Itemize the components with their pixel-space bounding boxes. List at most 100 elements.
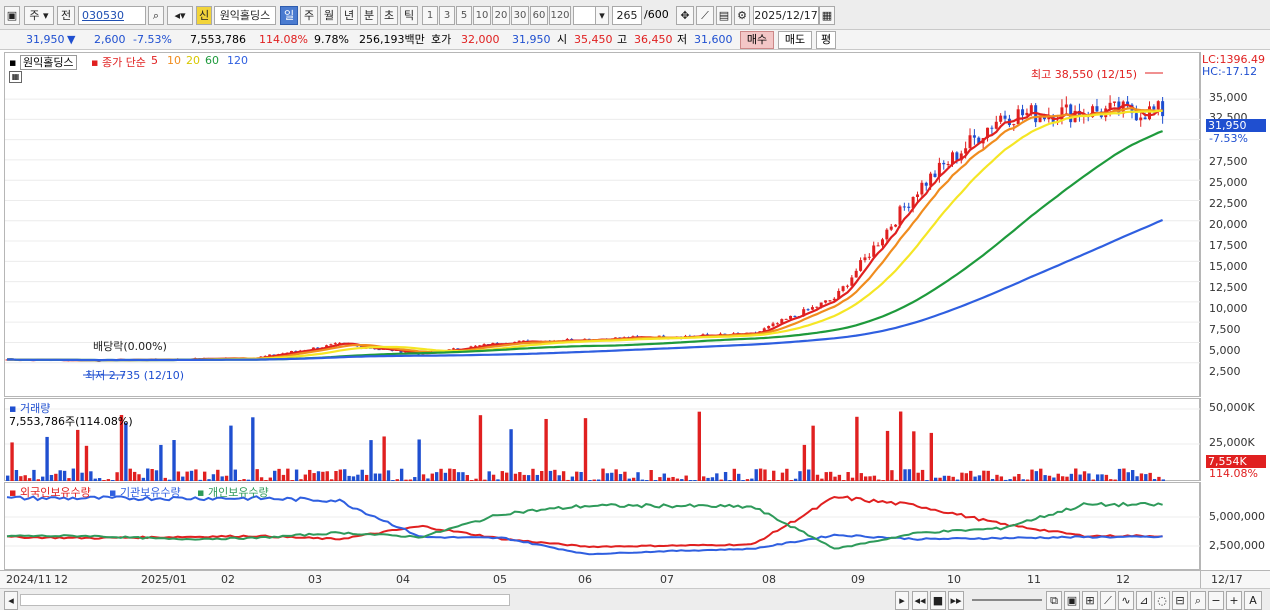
tab-period-5[interactable]: 초	[380, 6, 398, 25]
interval-4[interactable]: 20	[492, 6, 510, 25]
tab-period-1[interactable]: 주	[300, 6, 318, 25]
date-axis-right: 12/17	[1200, 570, 1270, 588]
save-icon[interactable]: ▤	[716, 6, 732, 25]
stock-name-field[interactable]: 원익홀딩스	[214, 6, 276, 25]
candle-body	[828, 300, 832, 302]
volume-bar	[855, 416, 859, 481]
low-note: 최저 2,735 (12/10)	[85, 369, 185, 382]
stop-icon[interactable]: ■	[930, 591, 946, 610]
sell-button[interactable]: 매도	[778, 31, 812, 49]
tab-period-3[interactable]: 년	[340, 6, 358, 25]
fast-forward-icon[interactable]: ▸▸	[948, 591, 964, 610]
buy-button[interactable]: 매수	[740, 31, 774, 49]
tab-period-6[interactable]: 틱	[400, 6, 418, 25]
volume-bar	[1052, 477, 1056, 481]
volume-bar	[347, 475, 351, 481]
volume-pane[interactable]: ▪ 거래량 7,553,786주(114.08%)	[4, 398, 1201, 481]
calendar-icon[interactable]: ▦	[819, 6, 835, 25]
candle-body	[1069, 104, 1073, 123]
volume-bar	[522, 474, 526, 481]
volume-bar	[80, 472, 84, 481]
table-icon[interactable]: ▦	[9, 71, 22, 83]
volume-bar	[216, 469, 220, 481]
volume-bar	[316, 471, 321, 481]
interval-1[interactable]: 3	[439, 6, 455, 25]
line-draw-icon[interactable]: ⟋	[1100, 591, 1116, 610]
volume-bar	[776, 480, 780, 481]
count-input[interactable]: 265	[612, 6, 642, 25]
count-total: /600	[644, 8, 669, 21]
horizontal-scrollbar[interactable]	[20, 594, 510, 606]
price-pane[interactable]: ▪ 원익홀딩스 ▪ 종가 단순 5 10 20 60 120 ▦ 최고 38,5…	[4, 52, 1201, 397]
bid-label: 호가	[431, 33, 452, 46]
interval-2[interactable]: 5	[456, 6, 472, 25]
interval-3[interactable]: 10	[473, 6, 491, 25]
dividend-note: 배당락(0.00%)	[93, 340, 167, 353]
candle-body	[920, 182, 924, 195]
xlabel-5: 04	[396, 573, 410, 586]
prev-button[interactable]: 전	[57, 6, 75, 25]
volume-bar	[343, 469, 347, 481]
chevron-down-icon[interactable]: ▾	[595, 6, 609, 25]
ytick-35000: 35,000	[1209, 91, 1248, 104]
ruler-icon[interactable]: ⊟	[1172, 591, 1188, 610]
eval-button[interactable]: 평	[816, 31, 836, 49]
tab-period-4[interactable]: 분	[360, 6, 378, 25]
volume-bar	[518, 472, 522, 481]
volume-bar	[189, 470, 194, 481]
zoom-out-icon[interactable]: −	[1208, 591, 1224, 610]
tab-period-2[interactable]: 월	[320, 6, 338, 25]
rewind-icon[interactable]: ◂◂	[912, 591, 928, 610]
volume-bar	[1100, 474, 1104, 481]
volume-bar	[6, 475, 10, 481]
trend-icon[interactable]: ∿	[1118, 591, 1134, 610]
volume-bar	[990, 478, 995, 481]
volume-bar	[93, 478, 97, 481]
period-type-select[interactable]: 주 ▾	[24, 6, 54, 25]
interval-6[interactable]: 60	[530, 6, 548, 25]
lasso-icon[interactable]: ◌	[1154, 591, 1170, 610]
candle-body	[451, 348, 455, 350]
date-input[interactable]: 2025/12/17	[753, 6, 819, 25]
sound-icon[interactable]: ◂▾	[167, 6, 193, 25]
zoom-icon[interactable]: ⌕	[1190, 591, 1206, 610]
candle-body	[994, 121, 998, 129]
zoom-slider[interactable]	[972, 599, 1042, 601]
measure-icon[interactable]: ⊿	[1136, 591, 1152, 610]
volume-bar	[364, 474, 369, 481]
volume-bar	[719, 479, 723, 481]
volume-bar	[10, 442, 14, 481]
interval-5[interactable]: 30	[511, 6, 529, 25]
volume-bar	[610, 472, 614, 481]
holding-pane[interactable]: ▪ 외국인보유수량 ▪ 기관보유수량 ▪ 개인보유수량	[4, 482, 1201, 570]
interval-0[interactable]: 1	[422, 6, 438, 25]
volume-bar	[697, 411, 701, 481]
xlabel-7: 06	[578, 573, 592, 586]
scroll-left-icon[interactable]: ◂	[4, 591, 18, 610]
image-icon[interactable]: ▣	[1064, 591, 1080, 610]
volume-bar	[268, 477, 273, 481]
copy-icon[interactable]: ⧉	[1046, 591, 1062, 610]
chart-layout-icon[interactable]: ▣	[4, 6, 20, 25]
volume-bar	[76, 429, 80, 481]
gear-icon[interactable]: ⚙	[734, 6, 750, 25]
interval-7[interactable]: 120	[549, 6, 571, 25]
font-size-icon[interactable]: A	[1244, 591, 1262, 610]
volume-bar	[456, 472, 461, 481]
tab-period-0[interactable]: 일	[280, 6, 298, 25]
legend-foreign-label: 외국인보유수량	[19, 486, 91, 499]
volume-bar	[49, 474, 54, 481]
scroll-right-icon[interactable]: ▸	[895, 591, 909, 610]
search-icon[interactable]: ⌕	[148, 6, 164, 25]
vol-ytick-25000k: 25,000K	[1209, 436, 1255, 449]
candle-body	[872, 245, 876, 257]
chart-icon[interactable]: ⊞	[1082, 591, 1098, 610]
volume-bar	[1113, 479, 1117, 481]
volume-bar	[601, 468, 605, 481]
crosshair-icon[interactable]: ✥	[676, 6, 694, 25]
zoom-in-icon[interactable]: +	[1226, 591, 1242, 610]
high-price: 36,450	[634, 33, 673, 46]
draw-tool-icon[interactable]: ⟋	[696, 6, 714, 25]
stock-code-input[interactable]: 030530	[78, 6, 146, 25]
volume-bar	[338, 469, 343, 481]
